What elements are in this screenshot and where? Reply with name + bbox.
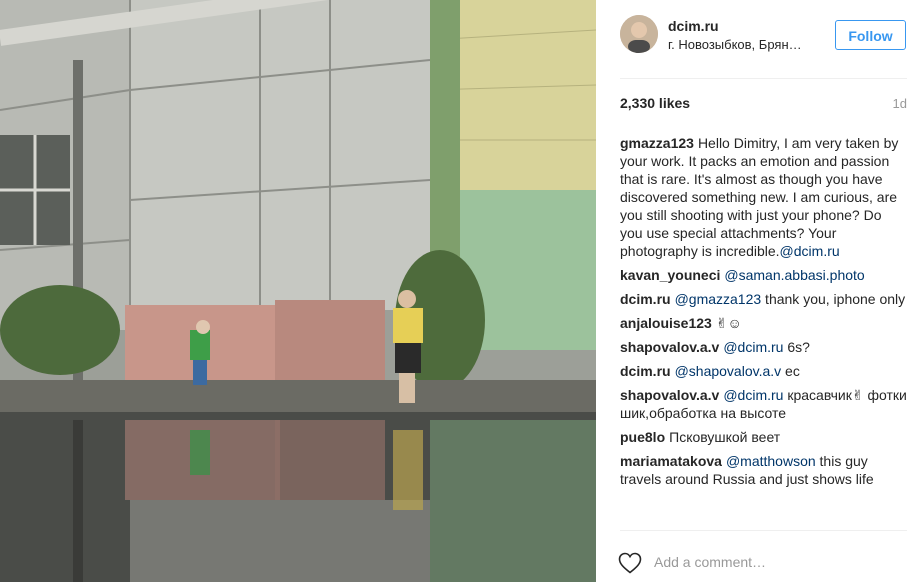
comment-item: shapovalov.a.v @dcim.ru 6s?	[620, 338, 907, 356]
location-link[interactable]: г. Новозыбков, Брян…	[668, 37, 802, 52]
comment-author[interactable]: pue8lo	[620, 429, 665, 445]
comment-text: thank you, iphone only	[761, 291, 906, 307]
comment-author[interactable]: dcim.ru	[620, 291, 671, 307]
comment-item: gmazza123 Hello Dimitry, I am very taken …	[620, 134, 907, 260]
post-photo[interactable]	[0, 0, 596, 582]
post-side-panel: dcim.ru г. Новозыбков, Брян… Follow 2,33…	[596, 0, 921, 582]
comment-item: pue8lo Псковушкой веет	[620, 428, 907, 446]
comment-mention[interactable]: @matthowson	[726, 453, 816, 469]
comment-mention[interactable]: @dcim.ru	[723, 387, 783, 403]
comment-mention[interactable]: @shapovalov.a.v	[675, 363, 782, 379]
comments-list: gmazza123 Hello Dimitry, I am very taken …	[620, 134, 907, 526]
comment-text: ✌︎☺	[715, 315, 742, 331]
comment-author[interactable]: shapovalov.a.v	[620, 387, 719, 403]
comment-item: shapovalov.a.v @dcim.ru красавчик✌︎ фотки…	[620, 386, 907, 422]
likes-count[interactable]: 2,330 likes	[620, 95, 690, 111]
post-time[interactable]: 1d	[893, 96, 907, 111]
comment-text: 6s?	[783, 339, 810, 355]
comment-author[interactable]: dcim.ru	[620, 363, 671, 379]
comment-text: Псковушкой веет	[669, 429, 781, 445]
heart-icon[interactable]	[618, 552, 642, 574]
post-header: dcim.ru г. Новозыбков, Брян… Follow	[596, 0, 921, 70]
comment-mention[interactable]: @dcim.ru	[723, 339, 783, 355]
username-link[interactable]: dcim.ru	[668, 18, 719, 34]
comment-item: dcim.ru @gmazza123 thank you, iphone only	[620, 290, 907, 308]
divider	[620, 78, 907, 79]
comment-item: dcim.ru @shapovalov.a.v ес	[620, 362, 907, 380]
avatar-image	[620, 15, 658, 53]
post-photo-image	[0, 0, 596, 582]
comment-footer	[596, 530, 921, 582]
comment-author[interactable]: anjalouise123	[620, 315, 712, 331]
comment-mention[interactable]: @dcim.ru	[780, 243, 840, 259]
comment-text: Hello Dimitry, I am very taken by your w…	[620, 135, 899, 259]
comment-author[interactable]: mariamatakova	[620, 453, 722, 469]
follow-button[interactable]: Follow	[835, 20, 906, 50]
avatar[interactable]	[620, 15, 658, 53]
comment-mention[interactable]: @gmazza123	[675, 291, 762, 307]
comment-author[interactable]: kavan_youneci	[620, 267, 720, 283]
add-comment-input[interactable]	[654, 554, 894, 570]
comment-author[interactable]: shapovalov.a.v	[620, 339, 719, 355]
comment-item: kavan_youneci @saman.abbasi.photo	[620, 266, 907, 284]
comment-item: mariamatakova @matthowson this guy travel…	[620, 452, 907, 488]
divider	[620, 530, 907, 531]
comment-item: anjalouise123 ✌︎☺	[620, 314, 907, 332]
comment-author[interactable]: gmazza123	[620, 135, 694, 151]
comment-mention[interactable]: @saman.abbasi.photo	[724, 267, 864, 283]
comment-text: ес	[781, 363, 800, 379]
comments-scrollbar[interactable]	[912, 134, 916, 526]
